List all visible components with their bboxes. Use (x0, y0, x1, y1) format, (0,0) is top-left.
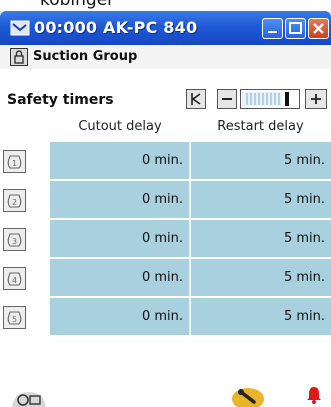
next-page-button[interactable] (305, 89, 327, 109)
alarm-bell-icon[interactable] (304, 385, 324, 405)
lock-icon[interactable] (10, 48, 28, 66)
window-title: 00:000 AK-PC 840 (34, 18, 198, 37)
compressor-5-icon[interactable]: 5 (3, 306, 26, 329)
title-bar[interactable]: 00:000 AK-PC 840 (0, 11, 331, 45)
restart-cell[interactable]: 5 min. (191, 220, 331, 257)
section-bar: Safety timers (0, 69, 331, 119)
cutout-cell[interactable]: 0 min. (50, 298, 190, 335)
compressor-3-icon[interactable]: 3 (3, 228, 26, 251)
compressor-2-icon[interactable]: 2 (3, 189, 26, 212)
prev-icon (222, 98, 232, 100)
table-row[interactable]: 5 0 min. 5 min. (0, 298, 331, 335)
slider-track (242, 92, 289, 106)
svg-text:5: 5 (12, 315, 17, 324)
first-icon (191, 93, 201, 105)
table-row[interactable]: 4 0 min. 5 min. (0, 259, 331, 296)
prev-page-button[interactable] (217, 89, 237, 109)
bottom-toolbar (0, 384, 331, 407)
table-row[interactable]: 1 0 min. 5 min. (0, 142, 331, 179)
compressor-icon[interactable] (12, 388, 46, 407)
restart-cell[interactable]: 5 min. (191, 298, 331, 335)
group-label: Suction Group (33, 49, 138, 64)
maximize-icon (289, 22, 302, 34)
close-button[interactable] (308, 18, 329, 39)
minimize-button[interactable] (262, 18, 283, 39)
page-slider[interactable] (240, 89, 300, 109)
table-row[interactable]: 3 0 min. 5 min. (0, 220, 331, 257)
next-icon (311, 94, 321, 104)
maximize-button[interactable] (285, 18, 306, 39)
section-label: Safety timers (7, 92, 114, 108)
column-header-restart: Restart delay (217, 119, 304, 134)
restart-cell[interactable]: 5 min. (191, 259, 331, 296)
cutout-cell[interactable]: 0 min. (50, 220, 190, 257)
svg-text:3: 3 (12, 237, 17, 246)
svg-text:4: 4 (12, 276, 17, 285)
top-caption: kobinger (40, 0, 115, 10)
cutout-cell[interactable]: 0 min. (50, 259, 190, 296)
group-header: Suction Group (0, 45, 331, 69)
compressor-1-icon[interactable]: 1 (3, 150, 26, 173)
svg-text:2: 2 (12, 198, 17, 207)
svg-text:1: 1 (12, 159, 17, 168)
first-page-button[interactable] (186, 89, 206, 109)
table-row[interactable]: 2 0 min. 5 min. (0, 181, 331, 218)
cutout-cell[interactable]: 0 min. (50, 181, 190, 218)
close-icon (313, 23, 324, 34)
column-header-cutout: Cutout delay (78, 119, 162, 134)
wrench-icon[interactable] (232, 385, 264, 407)
minimize-icon (268, 31, 277, 33)
compressor-4-icon[interactable]: 4 (3, 267, 26, 290)
app-icon (10, 20, 30, 36)
cutout-cell[interactable]: 0 min. (50, 142, 190, 179)
restart-cell[interactable]: 5 min. (191, 142, 331, 179)
restart-cell[interactable]: 5 min. (191, 181, 331, 218)
